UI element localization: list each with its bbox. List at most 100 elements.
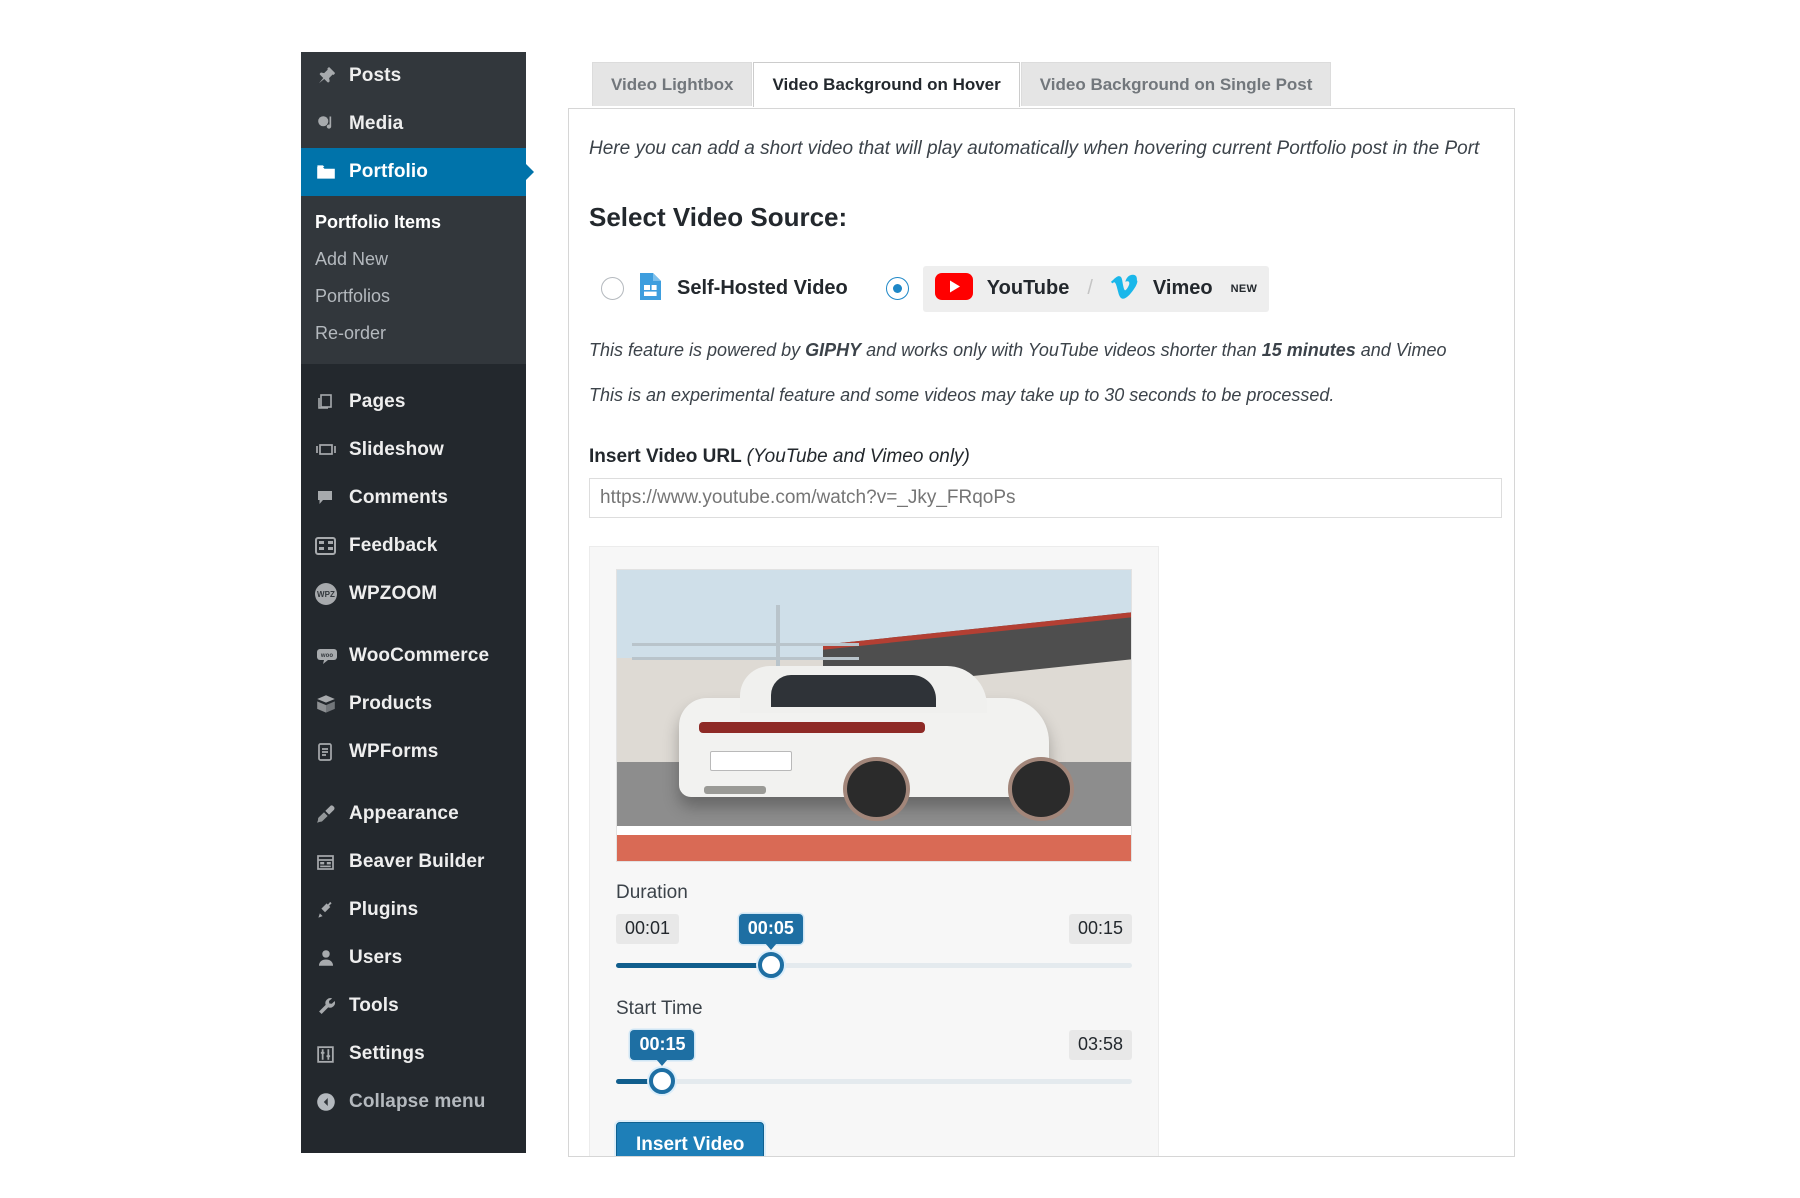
source-label-youtube: YouTube	[986, 277, 1070, 299]
source-separator: /	[1087, 277, 1093, 299]
wpzoom-icon: WPZ	[315, 583, 349, 605]
sidebar-item-posts[interactable]: Posts	[301, 52, 526, 100]
duration-slider-fill	[616, 963, 771, 969]
video-thumbnail[interactable]	[616, 569, 1132, 863]
sidebar-item-users[interactable]: Users	[301, 934, 526, 982]
start-time-slider-track[interactable]	[616, 1079, 1132, 1085]
sidebar-item-label: Media	[349, 113, 404, 134]
panel-intro-text: Here you can add a short video that will…	[589, 138, 1480, 159]
sidebar-item-label: Comments	[349, 487, 448, 508]
sidebar-item-label: WPForms	[349, 741, 439, 762]
svg-text:woo: woo	[320, 653, 334, 659]
sidebar-subitem-add-new[interactable]: Add New	[301, 241, 526, 278]
insert-video-url-label: Insert Video URL (YouTube and Vimeo only…	[589, 446, 1514, 468]
sidebar-item-label: Pages	[349, 391, 406, 412]
screenshot-root: Posts Media Portfolio Portfolio Items Ad…	[0, 0, 1800, 1198]
sidebar-item-beaver-builder[interactable]: Beaver Builder	[301, 838, 526, 886]
sidebar-group-content: Pages Slideshow Comments Feedback WPZ WP…	[301, 378, 526, 618]
source-option-self-hosted[interactable]: Self-Hosted Video	[589, 265, 860, 313]
sidebar-item-label: Plugins	[349, 899, 419, 920]
note-giphy-part2: and works only with YouTube videos short…	[861, 339, 1262, 360]
user-icon	[315, 947, 349, 969]
insert-video-url-label-hint: (YouTube and Vimeo only)	[746, 446, 970, 468]
sidebar-item-label: Tools	[349, 995, 399, 1016]
sidebar-item-label: Settings	[349, 1043, 425, 1064]
wpforms-icon	[315, 741, 349, 763]
sidebar-group-system: Appearance Beaver Builder Plugins Users	[301, 790, 526, 1126]
sidebar-item-products[interactable]: Products	[301, 680, 526, 728]
sidebar-item-plugins[interactable]: Plugins	[301, 886, 526, 934]
sidebar-item-comments[interactable]: Comments	[301, 474, 526, 522]
note-experimental: This is an experimental feature and some…	[589, 385, 1335, 406]
tab-video-lightbox[interactable]: Video Lightbox	[592, 62, 753, 106]
sidebar-item-label: Users	[349, 947, 403, 968]
sidebar-item-wpzoom[interactable]: WPZ WPZOOM	[301, 570, 526, 618]
source-label-self-hosted: Self-Hosted Video	[677, 277, 848, 299]
collapse-arrow-icon	[315, 1091, 349, 1113]
insert-video-button[interactable]: Insert Video	[616, 1122, 765, 1156]
sidebar-item-collapse-menu[interactable]: Collapse menu	[301, 1078, 526, 1126]
tab-bar: Video Lightbox Video Background on Hover…	[592, 62, 1332, 107]
source-option-youtube-vimeo[interactable]: YouTube / Vimeo NEW	[922, 265, 1270, 312]
products-box-icon	[315, 693, 349, 715]
pin-icon	[315, 65, 349, 87]
start-time-slider-handle[interactable]	[649, 1068, 676, 1095]
video-file-icon	[638, 272, 663, 306]
duration-min-chip: 00:01	[616, 914, 680, 944]
wp-admin-sidebar: Posts Media Portfolio Portfolio Items Ad…	[301, 52, 526, 1153]
video-url-input[interactable]	[589, 478, 1502, 519]
wrench-icon	[315, 995, 349, 1017]
sidebar-group-commerce: woo WooCommerce Products WPForms	[301, 632, 526, 776]
note-giphy: This feature is powered by GIPHY and wor…	[589, 337, 1514, 365]
sidebar-subitem-portfolios[interactable]: Portfolios	[301, 278, 526, 315]
sidebar-group-primary: Posts Media Portfolio	[301, 52, 526, 196]
plugin-icon	[315, 899, 349, 921]
sidebar-item-woocommerce[interactable]: woo WooCommerce	[301, 632, 526, 680]
sidebar-item-label: Feedback	[349, 535, 438, 556]
note-giphy-part3: and Vimeo	[1355, 339, 1447, 360]
tab-panel: Here you can add a short video that will…	[568, 108, 1515, 1157]
sidebar-item-label: Posts	[349, 65, 402, 86]
beaver-builder-icon	[315, 853, 349, 872]
start-time-label: Start Time	[616, 998, 703, 1020]
sidebar-item-label: Products	[349, 693, 433, 714]
tab-video-background-on-single-post[interactable]: Video Background on Single Post	[1020, 62, 1332, 106]
duration-slider-handle[interactable]	[757, 952, 784, 979]
sidebar-item-label: WPZOOM	[349, 583, 438, 604]
sidebar-item-wpforms[interactable]: WPForms	[301, 728, 526, 776]
sidebar-item-feedback[interactable]: Feedback	[301, 522, 526, 570]
sidebar-divider	[301, 618, 526, 632]
portfolio-folder-icon	[315, 161, 349, 183]
sidebar-item-appearance[interactable]: Appearance	[301, 790, 526, 838]
slideshow-icon	[315, 440, 349, 460]
sidebar-item-tools[interactable]: Tools	[301, 982, 526, 1030]
note-giphy-bold-giphy: GIPHY	[805, 339, 862, 360]
sidebar-item-label: Portfolio	[349, 161, 428, 182]
sidebar-item-label: Slideshow	[349, 439, 444, 460]
youtube-icon	[934, 272, 973, 305]
vimeo-icon	[1110, 273, 1139, 305]
duration-slider[interactable]	[616, 952, 1132, 979]
tab-video-background-on-hover[interactable]: Video Background on Hover	[753, 62, 1020, 107]
sidebar-divider	[301, 776, 526, 790]
note-giphy-part1: This feature is powered by	[589, 339, 806, 360]
start-time-slider[interactable]	[616, 1068, 1132, 1095]
note-giphy-bold-duration: 15 minutes	[1261, 339, 1356, 360]
sidebar-subitem-portfolio-items[interactable]: Portfolio Items	[301, 204, 526, 241]
sidebar-item-label: Appearance	[349, 803, 459, 824]
sidebar-subitem-re-order[interactable]: Re-order	[301, 315, 526, 352]
settings-sliders-icon	[315, 1044, 349, 1065]
sidebar-item-pages[interactable]: Pages	[301, 378, 526, 426]
duration-label: Duration	[616, 882, 688, 904]
sidebar-submenu-portfolio: Portfolio Items Add New Portfolios Re-or…	[301, 196, 526, 364]
video-preview-card: Duration 00:01 00:05 00:15 Start Time 00…	[589, 546, 1159, 1156]
woocommerce-icon: woo	[315, 646, 349, 666]
radio-youtube-vimeo[interactable]	[885, 277, 909, 300]
sidebar-item-label: Beaver Builder	[349, 851, 485, 872]
sidebar-item-portfolio[interactable]: Portfolio	[301, 148, 526, 196]
sidebar-item-settings[interactable]: Settings	[301, 1030, 526, 1078]
sidebar-item-slideshow[interactable]: Slideshow	[301, 426, 526, 474]
section-title-select-video-source: Select Video Source:	[589, 201, 848, 232]
radio-self-hosted-video[interactable]	[601, 277, 624, 300]
sidebar-item-media[interactable]: Media	[301, 100, 526, 148]
